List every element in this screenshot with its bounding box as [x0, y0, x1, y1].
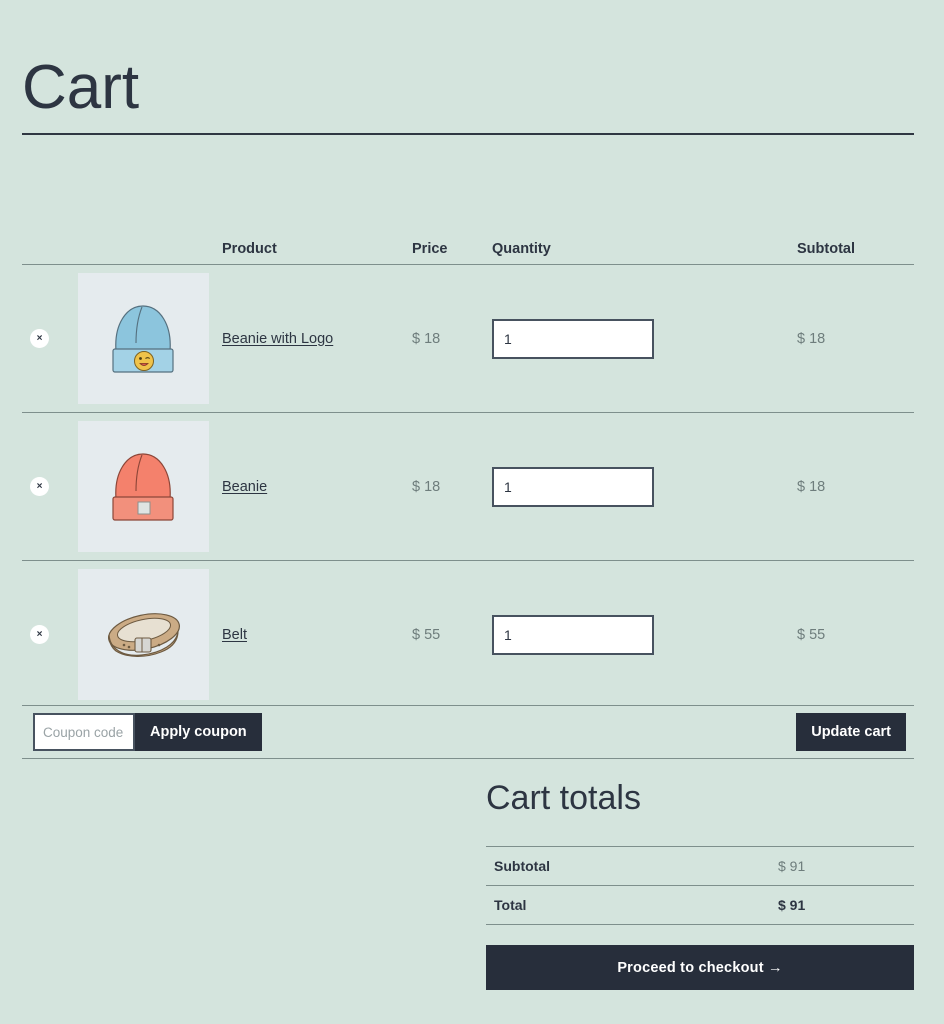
product-image-red-beanie[interactable]: [78, 421, 209, 552]
quantity-cell: [492, 614, 797, 655]
quantity-input[interactable]: [504, 478, 634, 495]
quantity-cell: [492, 318, 797, 359]
remove-cell: ×: [22, 625, 78, 644]
product-link[interactable]: Beanie: [222, 479, 267, 495]
proceed-to-checkout-button[interactable]: Proceed to checkout →: [486, 945, 914, 990]
remove-item-button[interactable]: ×: [30, 329, 49, 348]
product-price: $ 55: [412, 626, 441, 643]
product-thumbnail-cell: [78, 273, 222, 404]
header-thumbnail: [78, 256, 222, 264]
header-price: Price: [412, 240, 448, 257]
title-divider: [22, 133, 914, 135]
cart-page: Cart Product Price Quantity Subtotal × B…: [0, 0, 944, 1024]
product-price: $ 18: [412, 330, 441, 347]
quantity-stepper[interactable]: [492, 466, 654, 507]
update-cart-button[interactable]: Update cart: [796, 713, 906, 751]
remove-cell: ×: [22, 329, 78, 348]
coupon-field[interactable]: [33, 713, 135, 751]
cart-totals: Cart totals Subtotal $ 91 Total $ 91: [486, 779, 914, 925]
product-thumbnail-cell: [78, 569, 222, 700]
product-link[interactable]: Belt: [222, 627, 247, 643]
cart-totals-title: Cart totals: [486, 779, 641, 817]
table-row: × Beanie $ 18 1 $ 18: [22, 413, 914, 561]
cart-table: Product Price Quantity Subtotal × Beanie…: [22, 228, 914, 708]
coupon-bar: Apply coupon Update cart: [22, 705, 914, 759]
cart-table-header-row: Product Price Quantity Subtotal: [22, 228, 914, 265]
product-link[interactable]: Beanie with Logo: [222, 331, 333, 347]
product-image-tan-belt[interactable]: [78, 569, 209, 700]
quantity-cell: [492, 466, 797, 507]
quantity-stepper[interactable]: [492, 614, 654, 655]
apply-coupon-button[interactable]: Apply coupon: [135, 713, 262, 751]
product-subtotal: $ 18: [797, 330, 826, 347]
quantity-stepper[interactable]: [492, 318, 654, 359]
page-title: Cart: [22, 52, 140, 122]
product-subtotal: $ 55: [797, 626, 826, 643]
header-product: Product: [222, 240, 277, 257]
remove-item-button[interactable]: ×: [30, 625, 49, 644]
totals-row-total: Total $ 91: [486, 886, 914, 925]
quantity-input[interactable]: [504, 330, 634, 347]
totals-value-total: $ 91: [778, 897, 806, 914]
table-row: × Belt $ 55 1 $ 55: [22, 561, 914, 708]
product-image-blue-beanie-with-logo[interactable]: [78, 273, 209, 404]
totals-label-subtotal: Subtotal: [494, 858, 550, 875]
quantity-input[interactable]: [504, 626, 634, 643]
header-remove: [22, 256, 78, 264]
remove-item-button[interactable]: ×: [30, 477, 49, 496]
header-subtotal: Subtotal: [797, 240, 855, 257]
table-row: × Beanie with Logo $ 18 1 $ 18: [22, 265, 914, 413]
coupon-input[interactable]: [43, 724, 125, 740]
totals-row-subtotal: Subtotal $ 91: [486, 846, 914, 886]
cart-totals-table: Subtotal $ 91 Total $ 91: [486, 846, 914, 925]
product-price: $ 18: [412, 478, 441, 495]
product-thumbnail-cell: [78, 421, 222, 552]
product-name-cell: Beanie: [222, 478, 412, 496]
product-name-cell: Beanie with Logo: [222, 330, 412, 348]
product-name-cell: Belt: [222, 626, 412, 644]
product-subtotal: $ 18: [797, 478, 826, 495]
totals-value-subtotal: $ 91: [778, 858, 806, 875]
remove-cell: ×: [22, 477, 78, 496]
header-quantity: Quantity: [492, 240, 551, 257]
totals-label-total: Total: [494, 897, 527, 914]
